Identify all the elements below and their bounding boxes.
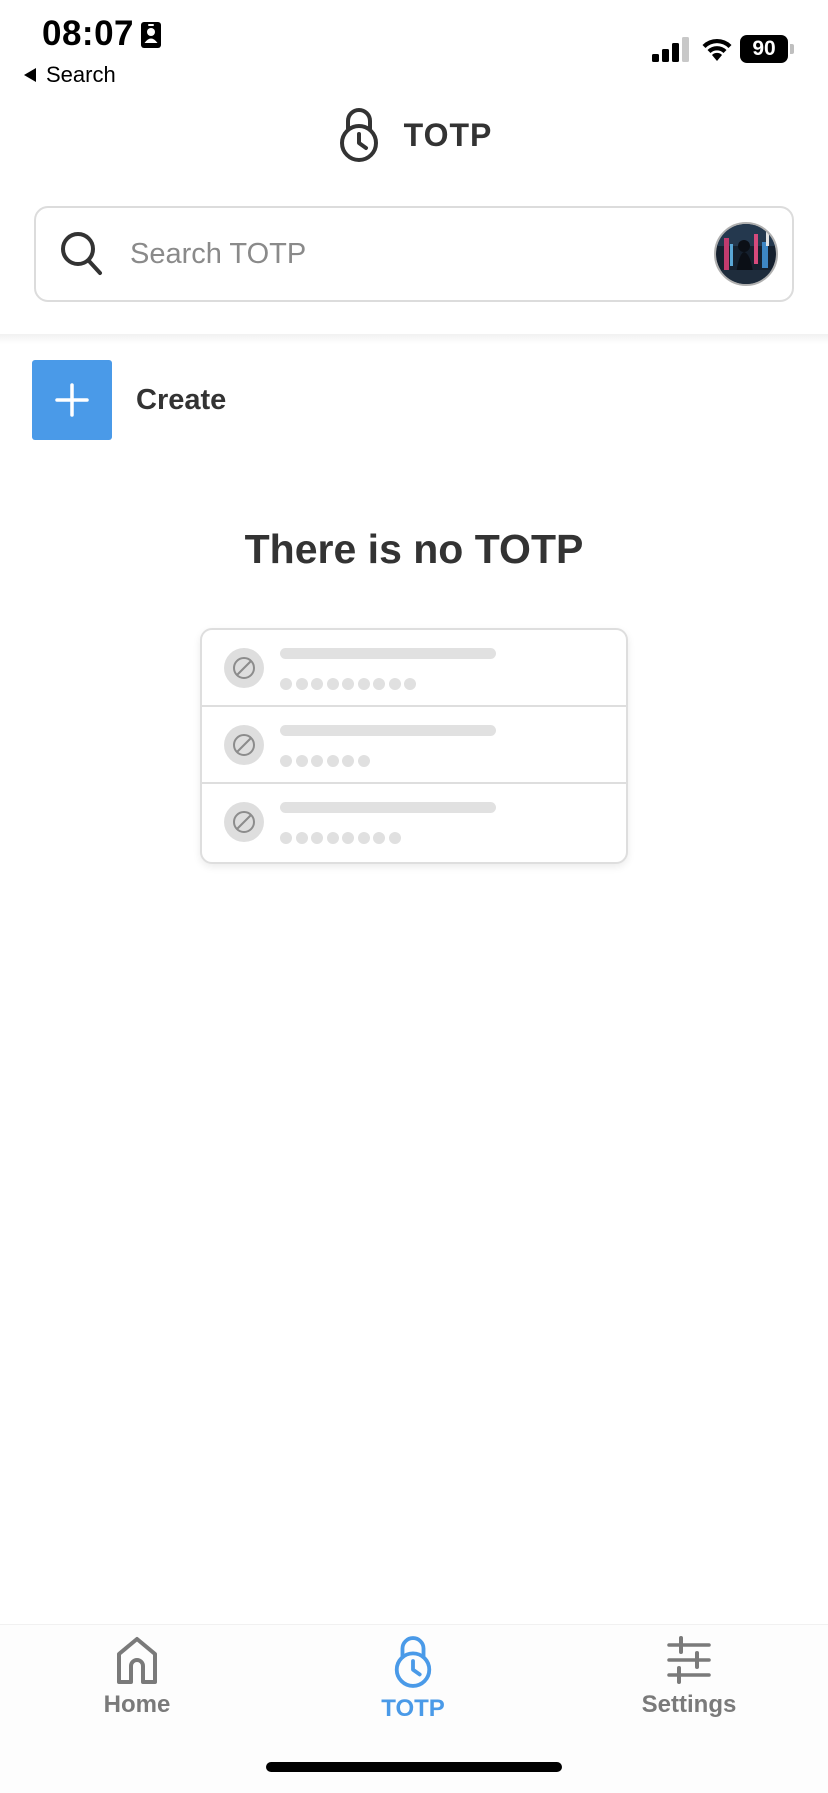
lock-clock-icon (339, 108, 378, 162)
lock-clock-icon (394, 1636, 432, 1688)
placeholder-bar (280, 648, 496, 659)
header-divider (0, 334, 828, 344)
placeholder-bar (280, 802, 496, 813)
placeholder-dots (280, 678, 420, 690)
home-indicator (266, 1762, 562, 1772)
contact-card-icon (141, 22, 161, 48)
tab-home-label: Home (103, 1691, 171, 1718)
back-to-search-link[interactable]: Search (24, 62, 116, 88)
app-header: TOTP (0, 100, 828, 170)
battery-nub (790, 44, 794, 54)
tab-home[interactable]: Home (37, 1635, 237, 1719)
search-input[interactable] (130, 228, 630, 280)
tab-totp[interactable]: TOTP (313, 1635, 513, 1723)
cellular-signal-icon (652, 37, 689, 62)
wifi-icon (702, 38, 732, 61)
plus-icon (32, 360, 112, 440)
create-label: Create (136, 383, 227, 416)
status-bar: 08:07 Search 90 (0, 0, 828, 92)
sliders-icon (667, 1636, 711, 1684)
avatar-image (716, 224, 776, 284)
prohibited-icon (224, 802, 264, 842)
placeholder-row (202, 630, 626, 707)
battery-indicator: 90 (740, 35, 788, 63)
empty-state-illustration (200, 628, 628, 864)
tab-totp-label: TOTP (381, 1695, 445, 1722)
tab-settings-label: Settings (641, 1691, 737, 1718)
page-title: TOTP (403, 116, 493, 153)
back-link-label: Search (46, 62, 116, 87)
placeholder-bar (280, 725, 496, 736)
placeholder-dots (280, 755, 373, 767)
search-bar[interactable] (34, 206, 794, 302)
avatar[interactable] (714, 222, 778, 286)
back-arrow-icon (24, 68, 36, 82)
prohibited-icon (224, 725, 264, 765)
search-icon (61, 232, 102, 275)
placeholder-row (202, 707, 626, 784)
prohibited-icon (224, 648, 264, 688)
status-time: 08:07 (42, 14, 135, 53)
placeholder-row (202, 784, 626, 862)
empty-state-title: There is no TOTP (244, 526, 584, 572)
tab-settings[interactable]: Settings (589, 1635, 789, 1719)
placeholder-dots (280, 832, 404, 844)
create-button[interactable]: Create (32, 360, 226, 440)
home-icon (117, 1637, 157, 1684)
